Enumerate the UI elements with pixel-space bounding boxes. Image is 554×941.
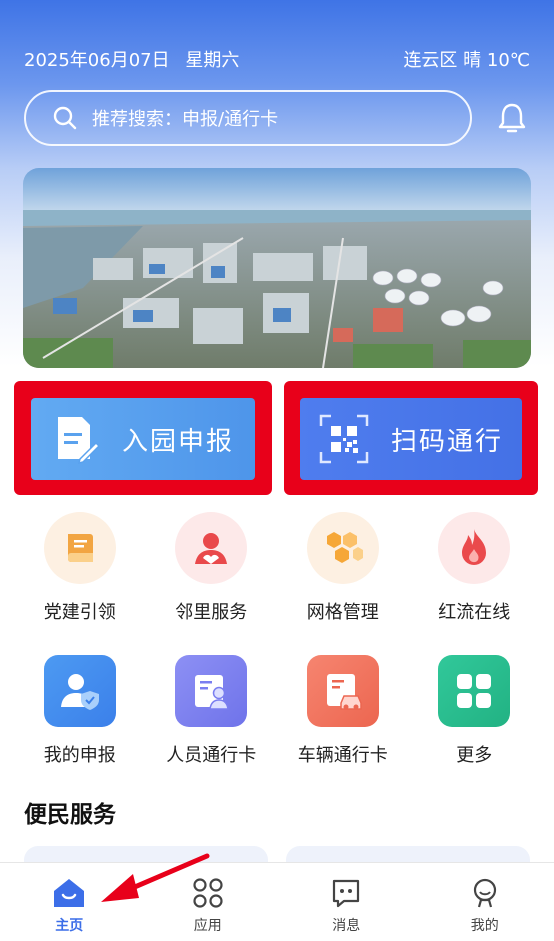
- vehicle-card-icon: [326, 674, 362, 710]
- service-label: 网格管理: [306, 602, 379, 623]
- more-grid-icon: [457, 674, 492, 708]
- message-icon: [333, 879, 360, 908]
- date-group: 2025年06月07日 星期六: [24, 46, 249, 72]
- service-personnel-pass[interactable]: 人员通行卡: [146, 655, 278, 767]
- entry-declare-button[interactable]: 入园申报: [31, 398, 255, 480]
- service-label: 邻里服务: [175, 602, 248, 623]
- service-red-stream-online[interactable]: 红流在线: [409, 512, 541, 624]
- weekday-text: 星期六: [185, 50, 240, 71]
- date-weather-bar: 2025年06月07日 星期六 连云区 晴 10℃: [24, 44, 530, 74]
- profile-icon: [473, 878, 496, 908]
- search-input[interactable]: 推荐搜索：申报/通行卡: [24, 90, 472, 146]
- service-label: 车辆通行卡: [297, 745, 388, 766]
- service-label: 党建引领: [43, 602, 116, 623]
- service-more[interactable]: 更多: [409, 655, 541, 767]
- document-edit-icon: [57, 417, 100, 465]
- section-title: 便民服务: [24, 802, 116, 828]
- weather-text: 连云区 晴 10℃: [403, 50, 530, 71]
- service-my-declaration[interactable]: 我的申报: [14, 655, 146, 767]
- icon-background: [306, 512, 379, 584]
- qr-code-icon: [319, 414, 369, 464]
- tab-messages[interactable]: 消息: [286, 877, 406, 935]
- user-shield-icon: [60, 674, 99, 710]
- icon-background: [438, 512, 511, 584]
- service-label: 人员通行卡: [166, 745, 257, 766]
- scan-pass-button[interactable]: 扫码通行: [300, 398, 522, 480]
- community-icon: [195, 533, 228, 564]
- hexagon-grid-icon: [326, 532, 363, 563]
- icon-background: [43, 512, 116, 584]
- service-neighborhood[interactable]: 邻里服务: [146, 512, 278, 624]
- icon-background: [175, 512, 248, 584]
- search-icon: [53, 106, 77, 130]
- entry-declare-label: 入园申报: [121, 426, 234, 457]
- search-placeholder: 推荐搜索：申报/通行卡: [92, 109, 279, 130]
- service-label: 我的申报: [43, 745, 116, 766]
- flame-icon: [462, 529, 487, 565]
- bell-icon[interactable]: [494, 100, 530, 136]
- service-grid-row-2: 我的申报 人员通行卡 车辆通行卡 更多: [14, 655, 540, 767]
- annotation-arrow-icon: [101, 853, 210, 902]
- icon-background: [43, 655, 116, 727]
- tab-profile[interactable]: 我的: [425, 877, 545, 935]
- book-icon: [67, 534, 93, 562]
- icon-background: [175, 655, 248, 727]
- person-card-icon: [195, 675, 230, 710]
- bottom-tab-bar: 主页 应用 消息 我的: [0, 862, 554, 941]
- tab-label: 我的: [470, 918, 499, 934]
- service-grid-row-1: 党建引领 邻里服务 网格管理 红流在线: [14, 512, 540, 624]
- scan-pass-label: 扫码通行: [390, 426, 503, 457]
- banner-image[interactable]: [23, 168, 531, 368]
- service-grid-management[interactable]: 网格管理: [277, 512, 409, 624]
- icon-background: [438, 655, 511, 727]
- service-vehicle-pass[interactable]: 车辆通行卡: [277, 655, 409, 767]
- service-party-building[interactable]: 党建引领: [14, 512, 146, 624]
- icon-background: [306, 655, 379, 727]
- tab-label: 消息: [332, 918, 361, 934]
- industrial-park-illustration: [23, 168, 531, 368]
- tab-label: 主页: [55, 918, 84, 934]
- date-text: 2025年06月07日: [24, 50, 170, 71]
- service-label: 红流在线: [438, 602, 511, 623]
- service-label: 更多: [456, 745, 493, 766]
- tab-label: 应用: [193, 918, 222, 934]
- home-icon: [54, 879, 85, 907]
